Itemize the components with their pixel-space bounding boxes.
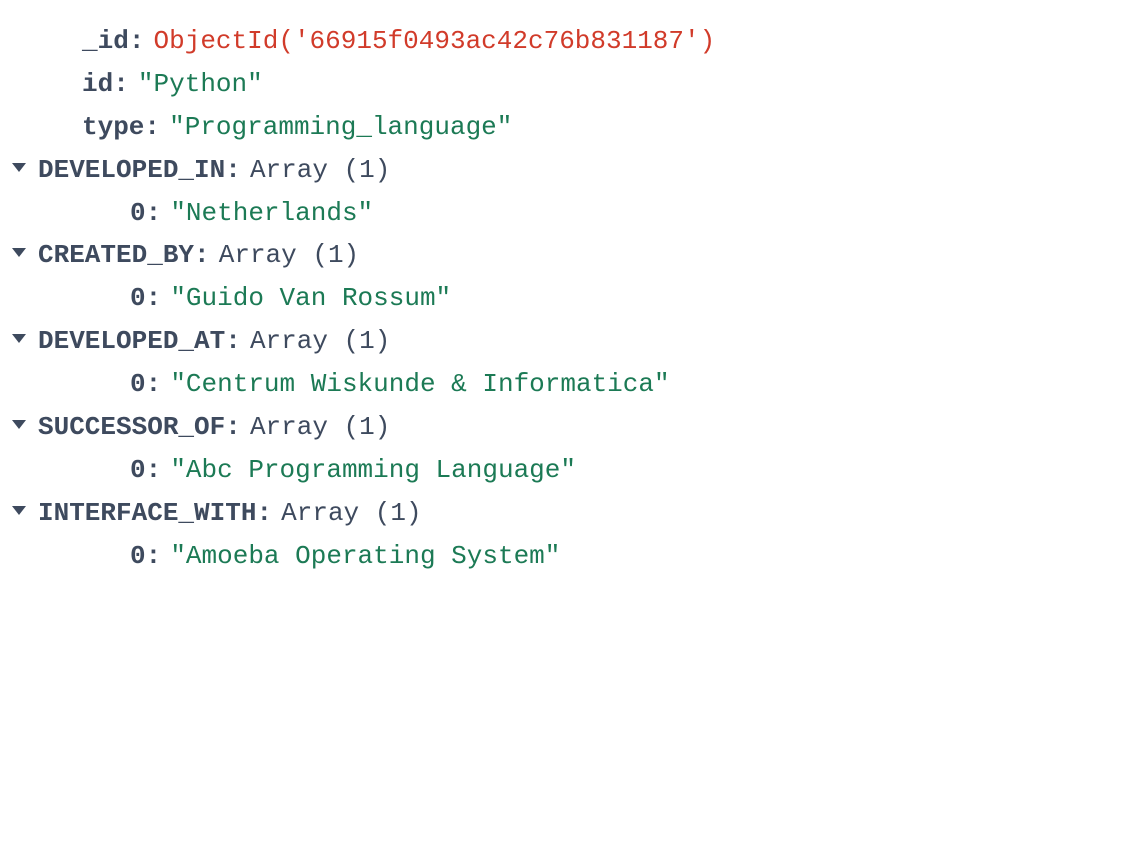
- field-key: INTERFACE_WITH: [38, 492, 256, 535]
- array-item-successor-of-0: 0: "Abc Programming Language": [10, 449, 1123, 492]
- field-key: type: [82, 106, 144, 149]
- array-value-string: "Centrum Wiskunde & Informatica": [170, 363, 669, 406]
- field-value-string: "Programming_language": [169, 106, 512, 149]
- array-index: 0: [130, 363, 146, 406]
- field-type-array: Array (1): [281, 492, 421, 535]
- array-index: 0: [130, 535, 146, 578]
- document-viewer: _id: ObjectId('66915f0493ac42c76b831187'…: [10, 20, 1123, 578]
- field-key-id: _id: [82, 20, 129, 63]
- array-index: 0: [130, 449, 146, 492]
- field-type-array: Array (1): [250, 406, 390, 449]
- array-index: 0: [130, 192, 146, 235]
- field-key: CREATED_BY: [38, 234, 194, 277]
- field-row-developed-in[interactable]: DEVELOPED_IN : Array (1): [10, 149, 1123, 192]
- array-value-string: "Guido Van Rossum": [170, 277, 451, 320]
- field-row-successor-of[interactable]: SUCCESSOR_OF : Array (1): [10, 406, 1123, 449]
- array-value-string: "Abc Programming Language": [170, 449, 576, 492]
- field-key: DEVELOPED_AT: [38, 320, 225, 363]
- field-value-objectid: ObjectId('66915f0493ac42c76b831187'): [154, 20, 716, 63]
- field-row-id: id : "Python": [10, 63, 1123, 106]
- field-key: id: [82, 63, 113, 106]
- chevron-down-icon[interactable]: [12, 163, 26, 172]
- chevron-down-icon[interactable]: [12, 334, 26, 343]
- array-item-created-by-0: 0: "Guido Van Rossum": [10, 277, 1123, 320]
- array-item-developed-in-0: 0: "Netherlands": [10, 192, 1123, 235]
- field-row-type: type : "Programming_language": [10, 106, 1123, 149]
- array-index: 0: [130, 277, 146, 320]
- array-value-string: "Amoeba Operating System": [170, 535, 560, 578]
- chevron-down-icon[interactable]: [12, 506, 26, 515]
- field-row-created-by[interactable]: CREATED_BY : Array (1): [10, 234, 1123, 277]
- field-row-objectid: _id: ObjectId('66915f0493ac42c76b831187'…: [10, 20, 1123, 63]
- field-row-interface-with[interactable]: INTERFACE_WITH : Array (1): [10, 492, 1123, 535]
- field-key: SUCCESSOR_OF: [38, 406, 225, 449]
- field-type-array: Array (1): [250, 149, 390, 192]
- chevron-down-icon[interactable]: [12, 248, 26, 257]
- array-item-interface-with-0: 0: "Amoeba Operating System": [10, 535, 1123, 578]
- field-value-string: "Python": [138, 63, 263, 106]
- field-key: DEVELOPED_IN: [38, 149, 225, 192]
- chevron-down-icon[interactable]: [12, 420, 26, 429]
- field-type-array: Array (1): [219, 234, 359, 277]
- array-item-developed-at-0: 0: "Centrum Wiskunde & Informatica": [10, 363, 1123, 406]
- field-type-array: Array (1): [250, 320, 390, 363]
- field-row-developed-at[interactable]: DEVELOPED_AT : Array (1): [10, 320, 1123, 363]
- array-value-string: "Netherlands": [170, 192, 373, 235]
